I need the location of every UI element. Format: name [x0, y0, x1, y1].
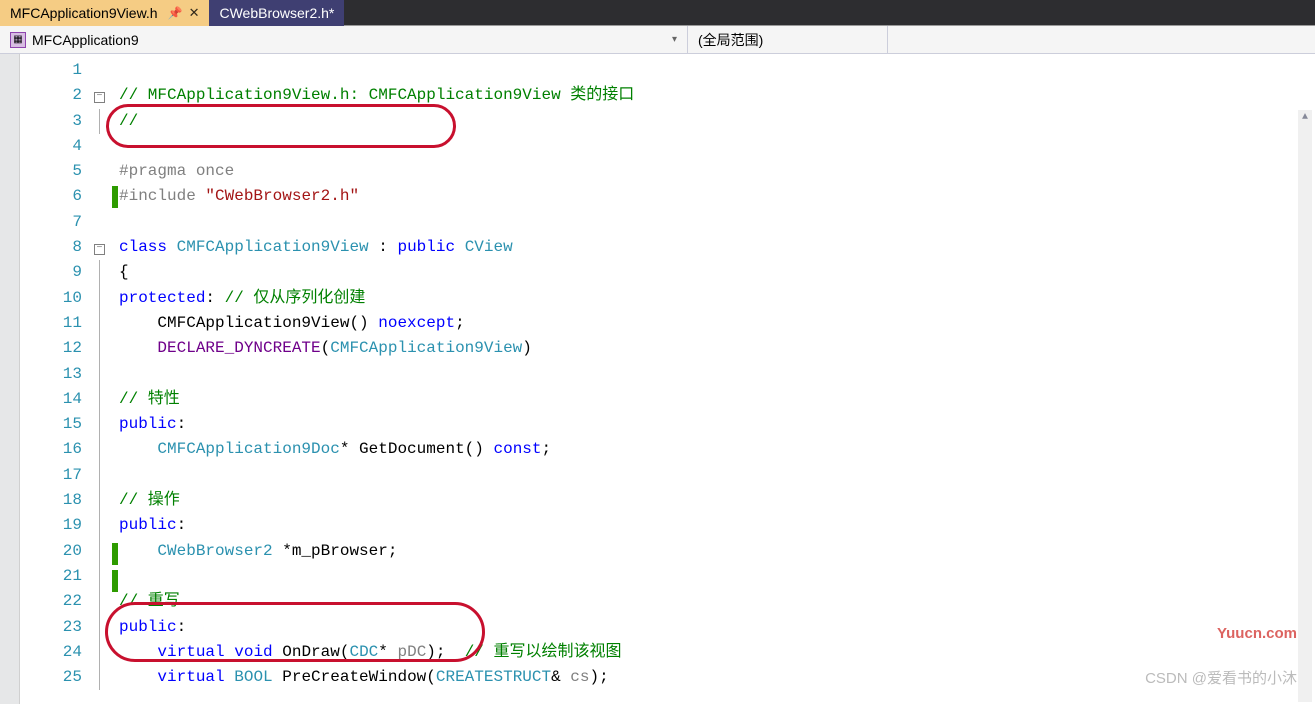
scope-project[interactable]: ▦ MFCApplication9 ▾: [0, 26, 688, 53]
pin-icon[interactable]: 📌: [168, 6, 183, 20]
line-number-gutter: 1234567891011121314151617181920212223242…: [20, 54, 94, 704]
navigation-bar: ▦ MFCApplication9 ▾ (全局范围): [0, 26, 1315, 54]
change-tracking-margin: [112, 54, 119, 704]
scope-project-label: MFCApplication9: [32, 32, 139, 48]
tab-bar: MFCApplication9View.h 📌 ✕ CWebBrowser2.h…: [0, 0, 1315, 26]
code-editor[interactable]: 1234567891011121314151617181920212223242…: [0, 54, 1315, 704]
tab-label: CWebBrowser2.h*: [219, 5, 334, 21]
watermark-author: CSDN @爱看书的小沐: [1145, 667, 1297, 688]
watermark-site: Yuucn.com: [1217, 625, 1297, 642]
tab-inactive[interactable]: CWebBrowser2.h*: [209, 0, 344, 26]
indicator-margin: [0, 54, 20, 704]
code-text-area[interactable]: // MFCApplication9View.h: CMFCApplicatio…: [119, 54, 1315, 704]
outlining-margin[interactable]: −−: [94, 54, 112, 704]
project-icon: ▦: [10, 32, 26, 48]
chevron-down-icon[interactable]: ▾: [672, 34, 677, 45]
scope-global[interactable]: (全局范围): [688, 26, 888, 53]
vertical-scrollbar[interactable]: ▲: [1298, 110, 1312, 702]
tab-label: MFCApplication9View.h: [10, 5, 158, 21]
scope-global-label: (全局范围): [698, 30, 763, 50]
scroll-up-icon[interactable]: ▲: [1298, 110, 1312, 124]
tab-active[interactable]: MFCApplication9View.h 📌 ✕: [0, 0, 209, 26]
close-icon[interactable]: ✕: [189, 5, 200, 21]
